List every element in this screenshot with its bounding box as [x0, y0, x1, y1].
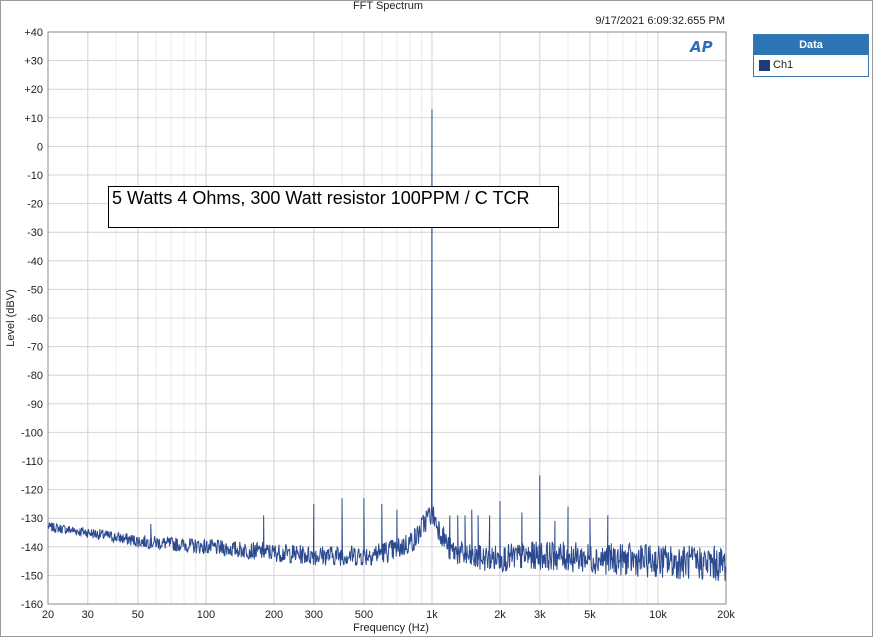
- y-tick-label: +40: [24, 27, 43, 39]
- y-tick-label: -90: [27, 399, 43, 411]
- x-tick-label: 2k: [494, 609, 506, 621]
- x-tick-label: 1k: [426, 609, 438, 621]
- y-tick-label: -40: [27, 256, 43, 268]
- x-tick-label: 30: [82, 609, 94, 621]
- x-tick-label: 10k: [649, 609, 667, 621]
- y-tick-label: 0: [37, 141, 43, 153]
- x-tick-label: 5k: [584, 609, 596, 621]
- y-tick-label: -60: [27, 313, 43, 325]
- x-tick-label: 20: [42, 609, 54, 621]
- y-tick-label: -70: [27, 342, 43, 354]
- y-axis-label: Level (dBV): [5, 289, 17, 346]
- y-tick-label: -160: [21, 599, 43, 611]
- y-tick-label: -100: [21, 427, 43, 439]
- x-tick-label: 100: [197, 609, 215, 621]
- y-tick-label: -150: [21, 570, 43, 582]
- x-tick-label: 300: [305, 609, 323, 621]
- x-tick-label: 50: [132, 609, 144, 621]
- y-tick-label: -10: [27, 170, 43, 182]
- annotation-box: 5 Watts 4 Ohms, 300 Watt resistor 100PPM…: [108, 186, 559, 228]
- y-tick-label: -130: [21, 513, 43, 525]
- x-tick-label: 20k: [717, 609, 735, 621]
- y-tick-label: -80: [27, 370, 43, 382]
- y-tick-label: +20: [24, 84, 43, 96]
- x-axis-label: Frequency (Hz): [353, 622, 429, 634]
- y-tick-label: -140: [21, 542, 43, 554]
- fft-chart: 20 30 50 100 200 300 500 1k 2k 3k 5k 10k 20k +40 +30 +2…: [5, 27, 735, 634]
- x-tick-label: 500: [355, 609, 373, 621]
- y-tick-label: -50: [27, 284, 43, 296]
- x-tick-label: 3k: [534, 609, 546, 621]
- y-tick-label: +30: [24, 56, 43, 68]
- x-tick-label: 200: [265, 609, 283, 621]
- y-tick-label: -120: [21, 485, 43, 497]
- y-tick-label: -30: [27, 227, 43, 239]
- series-line-ch1: [47, 109, 727, 581]
- y-tick-label: +10: [24, 113, 43, 125]
- y-tick-label: -20: [27, 199, 43, 211]
- y-tick-label: -110: [22, 456, 43, 468]
